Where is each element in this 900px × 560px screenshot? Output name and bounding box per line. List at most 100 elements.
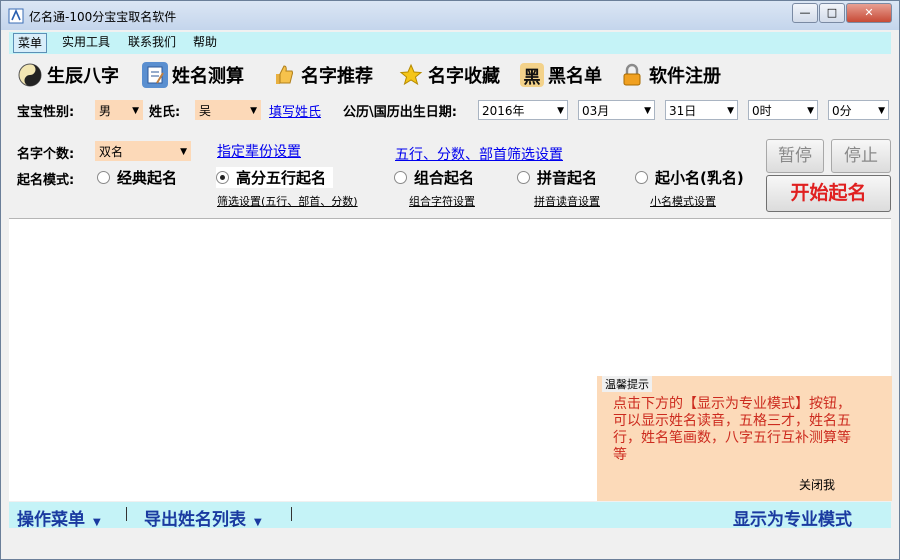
menu-help[interactable]: 帮助 bbox=[189, 33, 221, 51]
toolbar-label: 软件注册 bbox=[649, 66, 721, 87]
pinyin-settings-link[interactable]: 拼音读音设置 bbox=[534, 193, 600, 209]
radio-icon bbox=[635, 171, 648, 184]
minimize-button[interactable]: — bbox=[792, 3, 818, 23]
app-icon bbox=[8, 8, 24, 24]
name-count-select[interactable]: 双名 ▼ bbox=[95, 141, 191, 161]
toolbar-label: 名字收藏 bbox=[428, 66, 500, 87]
surname-value: 吴 bbox=[199, 104, 212, 118]
hour-value: 0时 bbox=[752, 104, 772, 118]
tip-panel: 温馨提示 点击下方的【显示为专业模式】按钮，可以显示姓名读音，五格三才，姓名五行… bbox=[597, 376, 892, 501]
toolbar-name-test-button[interactable]: 姓名测算 bbox=[142, 59, 244, 91]
radio-icon bbox=[97, 171, 110, 184]
menu-bar: 菜单 实用工具 联系我们 帮助 bbox=[9, 32, 891, 54]
star-icon bbox=[398, 62, 424, 88]
pro-mode-button[interactable]: 显示为专业模式 bbox=[733, 505, 852, 530]
mode-label-text: 高分五行起名 bbox=[236, 169, 327, 187]
title-bar: 亿名通-100分宝宝取名软件 — □ ✕ bbox=[1, 1, 899, 30]
window-title: 亿名通-100分宝宝取名软件 bbox=[29, 10, 177, 24]
lock-icon bbox=[619, 62, 645, 88]
day-value: 31日 bbox=[669, 104, 697, 118]
radio-selected-icon bbox=[216, 171, 229, 184]
toolbar-label: 姓名测算 bbox=[172, 66, 244, 87]
bagua-icon bbox=[17, 62, 43, 88]
wuxing-filter-link[interactable]: 五行、分数、部首筛选设置 bbox=[395, 144, 563, 164]
mode-label-text: 拼音起名 bbox=[537, 169, 598, 187]
year-value: 2016年 bbox=[482, 104, 525, 118]
operation-menu-label: 操作菜单 bbox=[17, 510, 85, 530]
generation-setting-link[interactable]: 指定辈份设置 bbox=[217, 141, 301, 161]
book-icon bbox=[142, 62, 168, 88]
mode-nickname-radio[interactable]: 起小名(乳名) bbox=[635, 167, 744, 188]
fill-surname-link[interactable]: 填写姓氏 bbox=[269, 101, 321, 120]
settings-form: 宝宝性别: 男 ▼ 姓氏: 吴 ▼ 填写姓氏 公历\国历出生日期: 2016年 ▼ 0… bbox=[9, 95, 891, 217]
tip-close-link[interactable]: 关闭我 bbox=[799, 476, 835, 493]
radio-icon bbox=[394, 171, 407, 184]
app-window: 亿名通-100分宝宝取名软件 — □ ✕ 菜单 实用工具 联系我们 帮助 生辰八… bbox=[0, 0, 900, 560]
hour-select[interactable]: 0时 ▼ bbox=[748, 100, 818, 120]
chevron-down-icon: ▼ bbox=[557, 106, 564, 116]
export-names-label: 导出姓名列表 bbox=[144, 510, 246, 530]
year-select[interactable]: 2016年 ▼ bbox=[478, 100, 568, 120]
toolbar-blacklist-button[interactable]: 黑 黑名单 bbox=[520, 59, 602, 91]
nickname-settings-link[interactable]: 小名模式设置 bbox=[650, 193, 716, 209]
mode-classic-radio[interactable]: 经典起名 bbox=[97, 167, 177, 188]
mode-wuxing-radio[interactable]: 高分五行起名 bbox=[216, 167, 334, 188]
chevron-down-icon: ▼ bbox=[180, 147, 187, 157]
toolbar-label: 名字推荐 bbox=[301, 66, 373, 87]
toolbar-label: 黑名单 bbox=[548, 66, 602, 87]
toolbar-bazi-button[interactable]: 生辰八字 bbox=[17, 59, 119, 91]
blacklist-glyph: 黑 bbox=[523, 67, 541, 88]
operation-menu-button[interactable]: 操作菜单 ▼ bbox=[17, 505, 101, 530]
mode-label: 起名模式: bbox=[17, 173, 75, 188]
separator bbox=[126, 507, 127, 521]
name-count-value: 双名 bbox=[99, 145, 124, 159]
chevron-down-icon: ▼ bbox=[250, 106, 257, 116]
menu-contact[interactable]: 联系我们 bbox=[124, 33, 180, 51]
chevron-down-icon: ▼ bbox=[93, 517, 101, 528]
menu-tools[interactable]: 实用工具 bbox=[58, 33, 114, 51]
separator bbox=[291, 507, 292, 521]
wuxing-filter-settings-link[interactable]: 筛选设置(五行、部首、分数) bbox=[217, 193, 358, 209]
chevron-down-icon: ▼ bbox=[132, 106, 139, 116]
mode-label-text: 经典起名 bbox=[117, 169, 178, 187]
blacklist-icon: 黑 bbox=[520, 63, 544, 88]
minute-value: 0分 bbox=[832, 104, 852, 118]
gender-select[interactable]: 男 ▼ bbox=[95, 100, 143, 120]
day-select[interactable]: 31日 ▼ bbox=[665, 100, 738, 120]
tip-title: 温馨提示 bbox=[602, 376, 652, 392]
start-naming-button[interactable]: 开始起名 bbox=[766, 175, 891, 212]
chevron-down-icon: ▼ bbox=[254, 517, 262, 528]
chevron-down-icon: ▼ bbox=[727, 106, 734, 116]
month-value: 03月 bbox=[582, 104, 610, 118]
tip-text: 点击下方的【显示为专业模式】按钮，可以显示姓名读音，五格三才，姓名五行，姓名笔画… bbox=[613, 396, 851, 463]
maximize-button[interactable]: □ bbox=[819, 3, 845, 23]
surname-label: 姓氏: bbox=[149, 105, 181, 120]
surname-select[interactable]: 吴 ▼ bbox=[195, 100, 261, 120]
birthdate-label: 公历\国历出生日期: bbox=[343, 105, 457, 120]
gender-label: 宝宝性别: bbox=[17, 105, 75, 120]
month-select[interactable]: 03月 ▼ bbox=[578, 100, 655, 120]
radio-icon bbox=[517, 171, 530, 184]
mode-combo-radio[interactable]: 组合起名 bbox=[394, 167, 474, 188]
toolbar-register-button[interactable]: 软件注册 bbox=[619, 59, 721, 91]
chevron-down-icon: ▼ bbox=[807, 106, 814, 116]
stop-button[interactable]: 停止 bbox=[831, 139, 891, 173]
toolbar-recommend-button[interactable]: 名字推荐 bbox=[271, 59, 373, 91]
toolbar-label: 生辰八字 bbox=[47, 66, 119, 87]
export-names-button[interactable]: 导出姓名列表 ▼ bbox=[144, 505, 262, 530]
toolbar: 生辰八字 姓名测算 名字推荐 名字收藏 黑 黑名单 软件注册 bbox=[9, 56, 891, 94]
pause-button[interactable]: 暂停 bbox=[766, 139, 824, 173]
thumbs-up-icon bbox=[271, 62, 297, 88]
mode-label-text: 起小名(乳名) bbox=[655, 169, 744, 187]
menu-main[interactable]: 菜单 bbox=[13, 33, 48, 53]
minute-select[interactable]: 0分 ▼ bbox=[828, 100, 889, 120]
mode-pinyin-radio[interactable]: 拼音起名 bbox=[517, 167, 597, 188]
name-count-label: 名字个数: bbox=[17, 147, 75, 162]
combo-chars-settings-link[interactable]: 组合字符设置 bbox=[409, 193, 475, 209]
bottom-bar: 操作菜单 ▼ 导出姓名列表 ▼ 显示为专业模式 bbox=[9, 502, 891, 530]
gender-value: 男 bbox=[99, 104, 112, 118]
chevron-down-icon: ▼ bbox=[878, 106, 885, 116]
close-button[interactable]: ✕ bbox=[846, 3, 892, 23]
toolbar-favorites-button[interactable]: 名字收藏 bbox=[398, 59, 500, 91]
chevron-down-icon: ▼ bbox=[644, 106, 651, 116]
